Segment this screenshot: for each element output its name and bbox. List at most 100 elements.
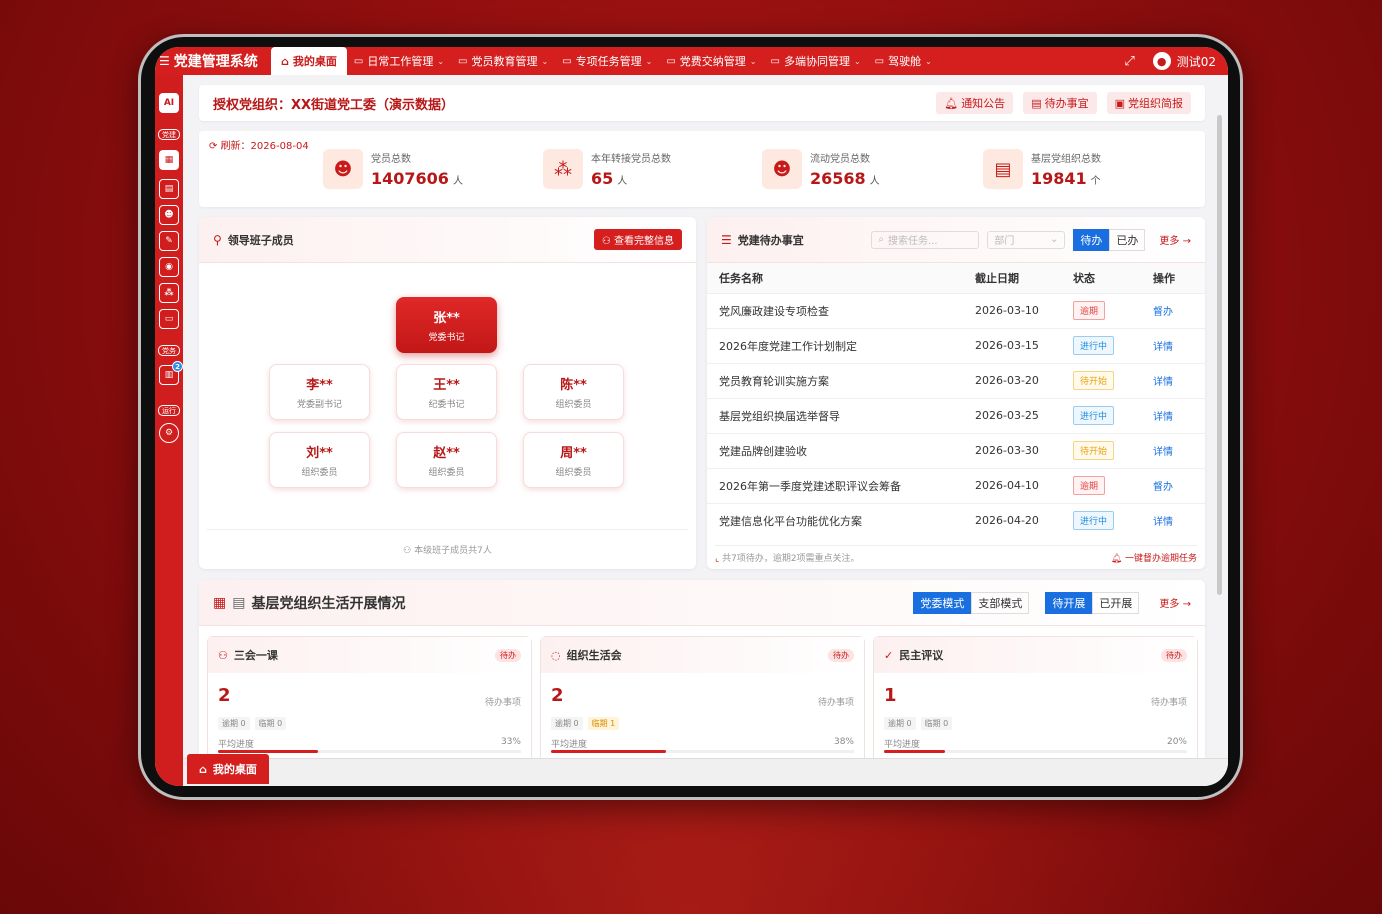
table-row[interactable]: 2026年第一季度党建述职评议会筹备 2026-04-10 逾期 督办 xyxy=(707,467,1205,503)
task-search-input[interactable]: ⌕ 搜索任务... xyxy=(871,230,980,249)
progress-label: 平均进度 xyxy=(551,740,588,750)
sidebar-tag-affairs: 党务 xyxy=(158,345,180,356)
leader-card-secretary[interactable]: 张** 党委书记 xyxy=(396,297,497,353)
table-header-cell: 截止日期 xyxy=(963,263,1061,293)
ai-assistant-button[interactable]: AI xyxy=(159,93,179,113)
edit-icon[interactable]: ✎ xyxy=(159,231,179,251)
chevron-down-icon: ⌄ xyxy=(645,56,653,66)
more-label: 更多 xyxy=(1159,236,1180,247)
task-name: 2026年度党建工作计划制定 xyxy=(707,327,963,363)
stat-item: ☻ 流动党员总数 26568 人 xyxy=(762,149,880,189)
life-title: 基层党组织生活开展情况 xyxy=(251,595,406,612)
tab-todo[interactable]: 待办 xyxy=(1073,228,1110,251)
brief-button[interactable]: ▣ 党组织简报 xyxy=(1106,92,1191,114)
life-item-title: 民主评议 xyxy=(899,649,944,662)
leader-card[interactable]: 陈** 组织委员 xyxy=(523,364,624,420)
message-icon[interactable]: ▭ xyxy=(159,309,179,329)
bulk-supervise-button[interactable]: 🔔︎ 一键督办逾期任务 xyxy=(1111,551,1197,564)
task-date: 2026-03-20 xyxy=(963,362,1061,398)
stat-value: 19841 xyxy=(1031,169,1087,188)
life-more-label: 更多 xyxy=(1159,599,1180,610)
task-action-link[interactable]: 详情 xyxy=(1153,342,1173,353)
dept-select[interactable]: 部门 ⌄ xyxy=(987,230,1066,249)
task-action-link[interactable]: 督办 xyxy=(1153,482,1173,493)
leader-card[interactable]: 刘** 组织委员 xyxy=(269,432,370,488)
life-item-tags: 逾期 0 临期 0 xyxy=(218,717,287,730)
record-icon[interactable]: ◉ xyxy=(159,257,179,277)
life-item-pill: 待办 xyxy=(828,648,854,662)
chevron-down-icon: ⌄ xyxy=(853,56,861,66)
group-icon[interactable]: ⁂ xyxy=(159,283,179,303)
life-item-tags: 逾期 0 临期 0 xyxy=(884,717,953,730)
home-icon: ⌂ xyxy=(199,762,207,776)
leader-card[interactable]: 周** 组织委员 xyxy=(523,432,624,488)
table-row[interactable]: 党建品牌创建验收 2026-03-30 待开始 详情 xyxy=(707,432,1205,468)
status-badge: 进行中 xyxy=(1073,511,1115,531)
life-item-header: ⚇ 三会一课 待办 xyxy=(208,637,531,673)
settings-gear-icon[interactable]: ⚙ xyxy=(159,423,179,443)
task-action-link[interactable]: 详情 xyxy=(1153,412,1173,423)
user-menu[interactable]: ● 测试02 xyxy=(1152,52,1216,70)
task-action-link[interactable]: 详情 xyxy=(1153,517,1173,528)
life-item-card[interactable]: ✓ 民主评议 待办 1 待办事项 逾期 0 临期 0 平均进度 20% xyxy=(873,636,1198,766)
calendar-icon[interactable]: ▦ xyxy=(159,150,179,170)
nav-item-4[interactable]: ▭ 多端协同管理 ⌄ xyxy=(764,53,868,69)
tab-committee-mode[interactable]: 党委模式 xyxy=(913,591,972,614)
task-status-cell: 进行中 xyxy=(1061,327,1141,363)
tab-done[interactable]: 已办 xyxy=(1109,228,1146,251)
leader-card[interactable]: 赵** 组织委员 xyxy=(396,432,497,488)
table-row[interactable]: 基层党组织换届选举督导 2026-03-25 进行中 详情 xyxy=(707,397,1205,433)
document-icon[interactable]: ▤ xyxy=(159,179,179,199)
task-name: 2026年第一季度党建述职评议会筹备 xyxy=(707,467,963,503)
tasks-card: ☰ 党建待办事宜 ⌕ 搜索任务... 部门 ⌄ 待办 已办 更多 → 任务名称 截止日… xyxy=(707,217,1205,569)
bulk-supervise-label: 一键督办逾期任务 xyxy=(1124,554,1197,564)
nav-item-2[interactable]: ▭ 专项任务管理 ⌄ xyxy=(555,53,659,69)
tasks-more-link[interactable]: 更多 → xyxy=(1159,232,1191,247)
tab-pending[interactable]: 待开展 xyxy=(1045,591,1093,614)
table-row[interactable]: 党风廉政建设专项检查 2026-03-10 逾期 督办 xyxy=(707,292,1205,328)
fullscreen-icon[interactable]: ⤢ xyxy=(1124,54,1134,69)
table-row[interactable]: 党员教育轮训实施方案 2026-03-20 待开始 详情 xyxy=(707,362,1205,398)
menu-icon[interactable]: ☰ xyxy=(159,54,170,68)
task-action-link[interactable]: 详情 xyxy=(1153,377,1173,388)
table-row[interactable]: 党建信息化平台功能优化方案 2026-04-20 进行中 详情 xyxy=(707,502,1205,538)
refresh-button[interactable]: ⟳ 刷新：2026-08-04 xyxy=(209,137,309,152)
life-item-card[interactable]: ⚇ 三会一课 待办 2 待办事项 逾期 0 临期 0 平均进度 33% xyxy=(207,636,532,766)
nav-item-1[interactable]: ▭ 党员教育管理 ⌄ xyxy=(451,53,555,69)
task-action-link[interactable]: 详情 xyxy=(1153,447,1173,458)
life-more-link[interactable]: 更多 → xyxy=(1159,595,1191,610)
book-icon[interactable]: ▥ 2 xyxy=(159,361,183,385)
tab-branch-mode[interactable]: 支部模式 xyxy=(971,591,1030,614)
life-item-card[interactable]: ◌ 组织生活会 待办 2 待办事项 逾期 0 临期 1 平均进度 38% xyxy=(540,636,865,766)
bottom-home-tab[interactable]: ⌂ 我的桌面 xyxy=(187,754,269,784)
sidebar-tag-run: 运行 xyxy=(158,405,180,416)
leader-card[interactable]: 王** 纪委书记 xyxy=(396,364,497,420)
todo-button[interactable]: ▤ 待办事宜 xyxy=(1023,92,1097,114)
org-header: 授权党组织：XX街道党工委（演示数据） 🔔︎ 通知公告 ▤ 待办事宜 ▣ 党组织简报 xyxy=(199,85,1205,121)
leader-role: 纪委书记 xyxy=(428,400,465,410)
nav-item-label: 日常工作管理 xyxy=(367,55,434,68)
view-full-info-button[interactable]: ⚇ 查看完整信息 xyxy=(593,229,682,250)
task-action-link[interactable]: 督办 xyxy=(1153,307,1173,318)
progress-fill xyxy=(884,750,945,753)
nav-home-tab[interactable]: ⌂ 我的桌面 xyxy=(271,47,347,75)
task-status-cell: 进行中 xyxy=(1061,502,1141,538)
leader-name: 刘** xyxy=(306,446,333,461)
task-status-cell: 逾期 xyxy=(1061,467,1141,503)
tasks-title: 党建待办事宜 xyxy=(737,233,804,247)
notification-badge: 2 xyxy=(172,361,183,372)
nav-item-0[interactable]: ▭ 日常工作管理 ⌄ xyxy=(347,53,451,69)
overdue-tag: 逾期 0 xyxy=(218,717,250,730)
status-badge: 逾期 xyxy=(1073,301,1106,320)
vertical-scrollbar[interactable] xyxy=(1217,115,1222,595)
nav-item-3[interactable]: ▭ 党费交纳管理 ⌄ xyxy=(659,53,763,69)
member-icon[interactable]: ☻ xyxy=(159,205,179,225)
leader-name: 张** xyxy=(433,311,460,326)
folder-icon: ▭ xyxy=(874,55,885,67)
tab-done-life[interactable]: 已开展 xyxy=(1092,591,1140,614)
notice-button[interactable]: 🔔︎ 通知公告 xyxy=(936,92,1014,114)
nav-item-5[interactable]: ▭ 驾驶舱 ⌄ xyxy=(868,53,939,69)
leader-card[interactable]: 李** 党委副书记 xyxy=(269,364,370,420)
task-name: 党建信息化平台功能优化方案 xyxy=(707,502,963,538)
table-row[interactable]: 2026年度党建工作计划制定 2026-03-15 进行中 详情 xyxy=(707,327,1205,363)
